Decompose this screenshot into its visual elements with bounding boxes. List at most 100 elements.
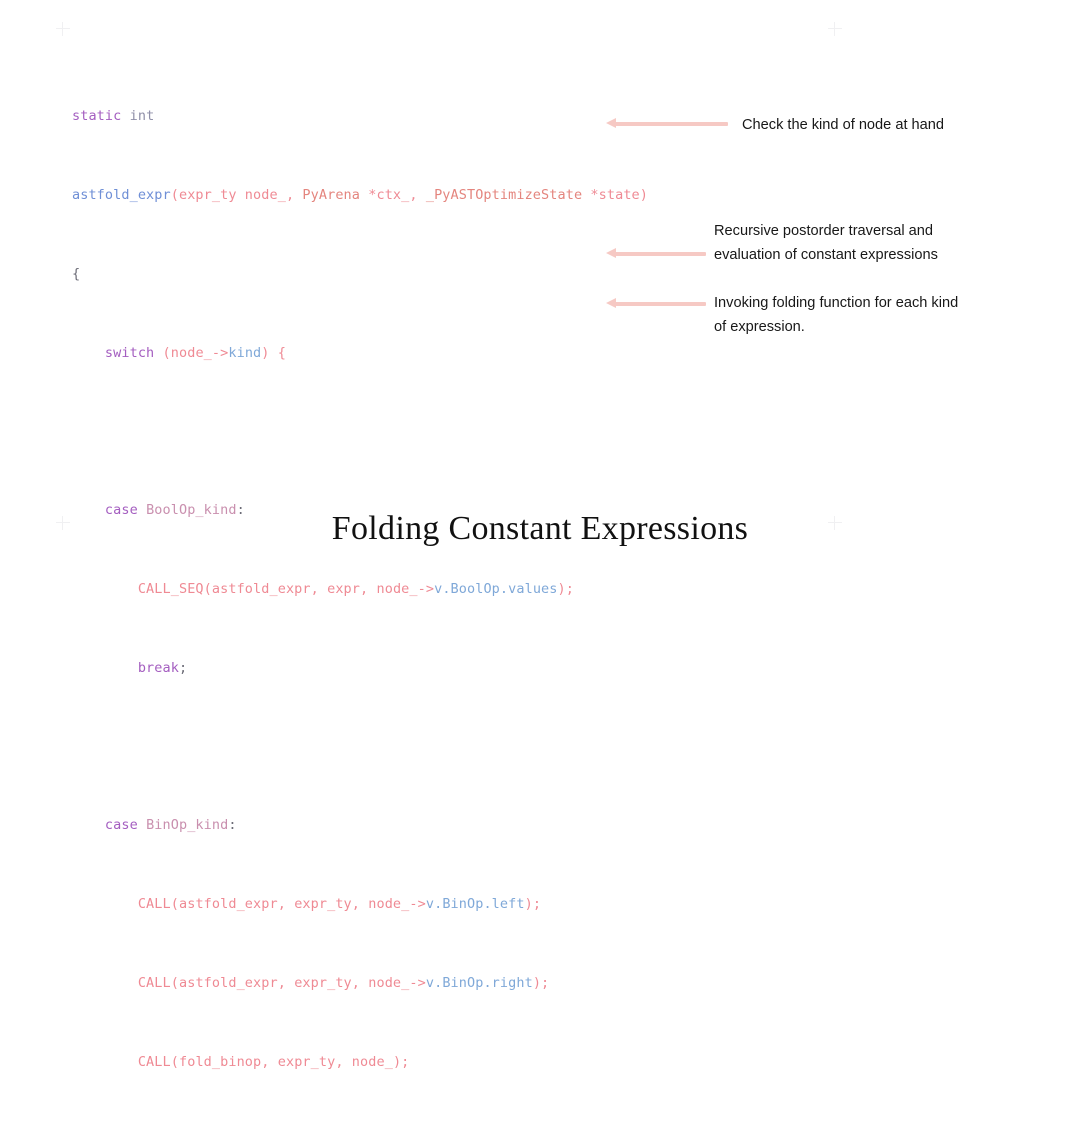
arrow-shaft — [615, 121, 728, 126]
code-token-paren: ); — [532, 974, 550, 991]
code-token-comma: , — [335, 1053, 352, 1070]
annotation-label: Recursive postorder traversal and evalua… — [714, 223, 938, 263]
code-token-keyword: static — [72, 108, 122, 125]
left-arrow-icon — [606, 248, 706, 258]
code-token-param-type: PyArena — [302, 186, 360, 203]
annotation-check-kind: Check the kind of node at hand — [606, 113, 944, 137]
code-token-paren: ( — [170, 974, 179, 991]
code-token-comma: , — [261, 1053, 278, 1070]
code-token-paren: ( — [203, 580, 212, 597]
code-token-member: v.BinOp.right — [425, 974, 533, 991]
left-arrow-icon — [606, 298, 706, 308]
annotation-recursive-traversal: Recursive postorder traversal and evalua… — [606, 223, 938, 267]
code-token-arrow-operator: -> — [417, 580, 435, 597]
code-token-comma: , — [360, 580, 377, 597]
code-token-param-type: expr_ty — [178, 186, 237, 203]
code-token-colon: : — [228, 817, 237, 834]
code-token-argument: astfold_expr — [178, 896, 278, 913]
code-line: CALL(astfold_expr, expr_ty, node_->v.Bin… — [72, 974, 648, 994]
code-block: static int astfold_expr(expr_ty node_, P… — [72, 48, 648, 1130]
code-token-paren: ( — [170, 1053, 179, 1070]
code-token-paren: ( — [154, 344, 171, 361]
code-token-keyword: break — [137, 659, 179, 676]
code-token-argument: expr_ty — [277, 1053, 336, 1070]
arrow-shaft — [615, 301, 706, 306]
code-token-paren: ( — [170, 186, 179, 203]
code-token-paren: ) — [639, 186, 649, 203]
code-token-arrow-operator: -> — [211, 344, 229, 361]
code-token-paren: ); — [392, 1053, 410, 1070]
arrow-shaft — [615, 251, 706, 256]
code-token-object: node_ — [351, 1053, 393, 1070]
code-token-semicolon: ; — [178, 659, 188, 676]
code-token-comma: , — [285, 186, 303, 203]
code-token-brace: { — [72, 265, 81, 282]
code-token-case-label: BinOp_kind — [137, 817, 229, 834]
code-token-comma: , — [277, 896, 295, 913]
code-token-macro-call: CALL — [137, 896, 171, 913]
code-token-comma: , — [351, 974, 369, 991]
code-line: case BinOp_kind: — [72, 816, 648, 836]
code-token-member: kind — [228, 344, 262, 361]
code-line: CALL_SEQ(astfold_expr, expr, node_->v.Bo… — [72, 580, 648, 600]
annotation-label: Check the kind of node at hand — [742, 117, 945, 133]
code-token-param-type: _PyASTOptimizeState — [425, 186, 583, 203]
code-token-function-name: astfold_expr — [72, 186, 171, 203]
code-token-macro-call: CALL_SEQ — [137, 580, 204, 597]
code-token-arrow-operator: -> — [409, 896, 426, 913]
annotation-invoking-folding: Invoking folding function for each kind … — [606, 293, 958, 339]
code-token-keyword: case — [104, 817, 138, 834]
code-line: switch (node_->kind) { — [72, 344, 648, 364]
code-token-comma: , — [351, 896, 369, 913]
code-token-macro-call: CALL — [137, 1053, 171, 1070]
code-line: { — [72, 265, 648, 285]
code-line: break; — [72, 659, 648, 679]
code-token-paren: ); — [524, 896, 542, 913]
code-line: static int — [72, 107, 648, 127]
left-arrow-icon — [606, 118, 728, 128]
code-token-keyword: switch — [104, 344, 155, 361]
code-token-comma: , — [310, 580, 328, 597]
code-token-argument: expr_ty — [294, 896, 352, 913]
code-token-member: v.BinOp.left — [425, 896, 525, 913]
slide-guide-mark-top-left — [56, 22, 70, 36]
code-token-object: node_ — [170, 344, 212, 361]
code-token-paren: ) { — [261, 344, 286, 361]
code-token-param-name: node_ — [244, 186, 286, 203]
code-token-macro-call: CALL — [137, 974, 171, 991]
code-token-object: node_ — [368, 896, 410, 913]
annotation-label: Invoking folding function for each kind … — [714, 295, 959, 335]
code-token-object: node_ — [376, 580, 418, 597]
code-line: astfold_expr(expr_ty node_, PyArena *ctx… — [72, 186, 648, 206]
code-token-argument: expr_ty — [294, 974, 352, 991]
slide-title: Folding Constant Expressions — [331, 510, 749, 547]
code-token-type: int — [129, 108, 155, 125]
code-token-argument: astfold_expr — [178, 974, 278, 991]
code-token-paren: ( — [170, 896, 179, 913]
code-token-comma: , — [409, 186, 426, 203]
code-token-paren: ); — [557, 580, 574, 597]
code-token-arrow-operator: -> — [409, 974, 426, 991]
code-line: CALL(fold_binop, expr_ty, node_); — [72, 1053, 648, 1073]
code-token-object: node_ — [368, 974, 410, 991]
code-token-argument: astfold_expr — [211, 580, 311, 597]
code-token-param-name: *ctx_ — [368, 186, 410, 203]
code-token-param-name: *state — [590, 186, 640, 203]
code-token-argument: expr — [327, 580, 361, 597]
code-token-argument: fold_binop — [178, 1053, 262, 1070]
code-token-member: v.BoolOp.values — [434, 580, 558, 597]
slide-guide-mark-top-right — [828, 22, 842, 36]
code-token-comma: , — [277, 974, 295, 991]
